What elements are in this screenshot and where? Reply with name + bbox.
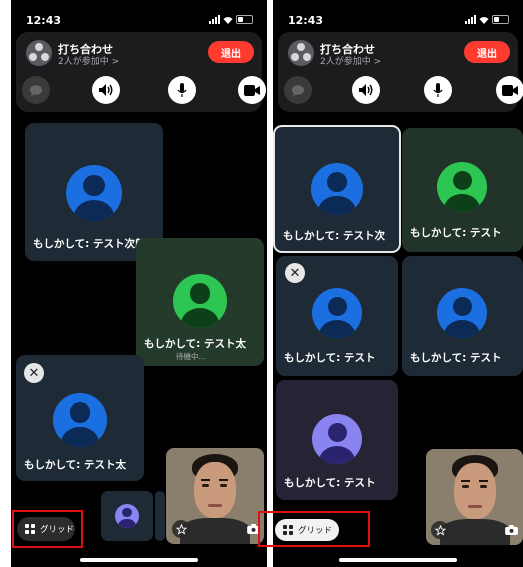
- mini-participant-tile[interactable]: [155, 491, 165, 541]
- participant-name: もしかして: テスト: [284, 352, 376, 364]
- self-face: [194, 462, 236, 518]
- participant-avatar: [115, 504, 139, 528]
- self-camera-view[interactable]: [166, 448, 264, 544]
- self-eye: [220, 484, 227, 487]
- battery-icon: [492, 15, 509, 24]
- status-indicators: [465, 15, 509, 24]
- participant-avatar: [66, 165, 122, 221]
- facetime-call-panel: 打ち合わせ 2人が参加中 > 退出: [16, 32, 266, 112]
- video-icon[interactable]: [238, 76, 266, 104]
- self-brow: [461, 480, 470, 482]
- status-time: 12:43: [26, 14, 62, 27]
- participant-tile-selected[interactable]: もしかして: テスト次: [273, 125, 401, 253]
- mic-icon[interactable]: [424, 76, 452, 104]
- participant-avatar: [312, 414, 362, 464]
- participant-tile[interactable]: もしかして: テスト: [402, 128, 523, 252]
- self-shirt: [440, 519, 510, 545]
- message-icon[interactable]: [284, 76, 312, 104]
- self-eye: [462, 485, 469, 488]
- speaker-icon[interactable]: [92, 76, 120, 104]
- wifi-icon: [223, 16, 233, 24]
- participant-avatar: [312, 288, 362, 338]
- camera-switch-icon[interactable]: [502, 522, 520, 538]
- effects-star-icon[interactable]: [431, 521, 449, 539]
- phone-screenshot-left: 12:43 打ち合わせ 2人が参加中 > 退出 もしかして: テスト次郎 もしか…: [11, 0, 267, 567]
- participant-name: もしかして: テスト: [410, 227, 502, 239]
- mini-participant-tile[interactable]: [101, 491, 153, 541]
- participants-link[interactable]: 2人が参加中 >: [58, 54, 119, 67]
- self-eye: [202, 484, 209, 487]
- effects-star-icon[interactable]: [172, 520, 190, 538]
- self-brow: [201, 479, 210, 481]
- video-icon[interactable]: [496, 76, 523, 104]
- self-mouth: [468, 505, 482, 508]
- self-eye: [480, 485, 487, 488]
- group-avatar-icon[interactable]: [288, 40, 314, 66]
- participant-name: もしかして: テスト: [410, 352, 502, 364]
- status-indicators: [209, 15, 253, 24]
- self-face: [454, 463, 496, 519]
- participant-name: もしかして: テスト: [284, 477, 376, 489]
- leave-button[interactable]: 退出: [464, 41, 510, 63]
- participants-link[interactable]: 2人が参加中 >: [320, 54, 381, 67]
- participant-avatar: [437, 162, 487, 212]
- mic-icon[interactable]: [168, 76, 196, 104]
- status-time: 12:43: [288, 14, 324, 27]
- facetime-call-panel: 打ち合わせ 2人が参加中 > 退出: [278, 32, 523, 112]
- phone-screenshot-right: 12:43 打ち合わせ 2人が参加中 > 退出 もしかして: テスト次 もしかし…: [273, 0, 523, 567]
- participant-avatar: [437, 288, 487, 338]
- battery-icon: [236, 15, 253, 24]
- message-icon[interactable]: [22, 76, 50, 104]
- home-indicator: [80, 558, 198, 562]
- wifi-icon: [479, 16, 489, 24]
- self-mouth: [208, 504, 222, 507]
- call-controls: [22, 76, 266, 104]
- call-controls: [284, 76, 523, 104]
- participant-avatar: [53, 393, 107, 447]
- close-icon[interactable]: ✕: [24, 363, 44, 383]
- participant-tile[interactable]: ✕ もしかして: テスト太: [16, 355, 144, 481]
- participant-name: もしかして: テスト次: [283, 230, 386, 242]
- group-avatar-icon[interactable]: [26, 40, 52, 66]
- participant-tile[interactable]: もしかして: テスト: [276, 380, 398, 500]
- participant-status: 待機中...: [176, 352, 206, 361]
- highlight-box: [12, 510, 83, 548]
- participant-tile[interactable]: ✕ もしかして: テスト: [276, 256, 398, 376]
- signal-icon: [465, 15, 476, 24]
- self-shirt: [180, 518, 250, 544]
- home-indicator: [339, 558, 457, 562]
- participant-name: もしかして: テスト太: [24, 459, 127, 471]
- participant-name: もしかして: テスト次郎: [33, 238, 146, 250]
- participant-avatar: [311, 163, 363, 215]
- self-brow: [219, 479, 228, 481]
- participant-avatar: [173, 274, 227, 328]
- signal-icon: [209, 15, 220, 24]
- participant-tile[interactable]: もしかして: テスト太 待機中...: [136, 238, 264, 366]
- participant-tile[interactable]: もしかして: テスト: [402, 256, 523, 376]
- self-camera-view[interactable]: [426, 449, 523, 545]
- self-brow: [479, 480, 488, 482]
- speaker-icon[interactable]: [352, 76, 380, 104]
- highlight-box: [258, 511, 370, 547]
- participant-name: もしかして: テスト太: [144, 338, 247, 350]
- close-icon[interactable]: ✕: [285, 263, 305, 283]
- leave-button[interactable]: 退出: [208, 41, 254, 63]
